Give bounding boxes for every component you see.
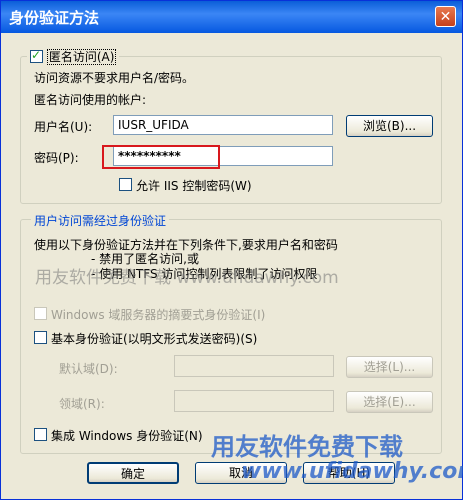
digest-auth-checkbox[interactable] (34, 307, 47, 320)
anonymous-desc1: 访问资源不要求用户名/密码。 (34, 71, 195, 85)
dialog-title: 身份验证方法 (9, 9, 100, 27)
anonymous-desc2: 匿名访问使用的帐户: (34, 93, 147, 107)
integrated-auth-label: 集成 Windows 身份验证(N) (51, 429, 203, 443)
username-input[interactable]: IUSR_UFIDA (113, 115, 333, 135)
basic-auth-checkbox[interactable] (34, 331, 47, 344)
digest-auth-label: Windows 域服务器的摘要式身份验证(I) (51, 308, 266, 322)
anonymous-checkbox-label: 匿名访问(A) (46, 49, 117, 65)
realm-input[interactable] (174, 390, 334, 412)
ok-button[interactable]: 确定 (87, 462, 179, 484)
title-bar: 身份验证方法 ✕ (1, 1, 462, 33)
integrated-auth-checkbox[interactable] (34, 428, 47, 441)
select-realm-button[interactable]: 选择(E)... (346, 391, 433, 413)
watermark-brand: 用友软件免费下载 (211, 433, 403, 461)
auth-method-dialog: 身份验证方法 ✕ 匿名访问(A) 访问资源不要求用户名/密码。 匿名访问使用的帐… (0, 0, 463, 500)
default-domain-input[interactable] (174, 355, 334, 377)
basic-auth-label: 基本身份验证(以明文形式发送密码)(S) (51, 332, 258, 346)
close-button[interactable]: ✕ (435, 6, 456, 27)
username-label: 用户名(U): (34, 120, 93, 134)
default-domain-label: 默认域(D): (59, 362, 118, 376)
iis-password-label: 允许 IIS 控制密码(W) (136, 179, 252, 193)
watermark-url: www.ufidawhy.com (241, 459, 463, 484)
close-icon: ✕ (439, 9, 452, 25)
realm-label: 领域(R): (59, 397, 105, 411)
anonymous-checkbox-wrap[interactable]: 匿名访问(A) (27, 48, 120, 65)
anonymous-checkbox[interactable] (30, 48, 43, 63)
select-default-domain-button[interactable]: 选择(L)... (346, 356, 433, 378)
browse-button[interactable]: 浏览(B)... (346, 115, 433, 137)
highlight-box (102, 145, 220, 169)
auth-group-title: 用户访问需经过身份验证 (31, 212, 170, 229)
iis-password-checkbox[interactable] (119, 178, 132, 191)
watermark-line1: 用友软件免费下载 www.ufidawhy.com (35, 268, 339, 288)
password-label: 密码(P): (34, 151, 79, 165)
